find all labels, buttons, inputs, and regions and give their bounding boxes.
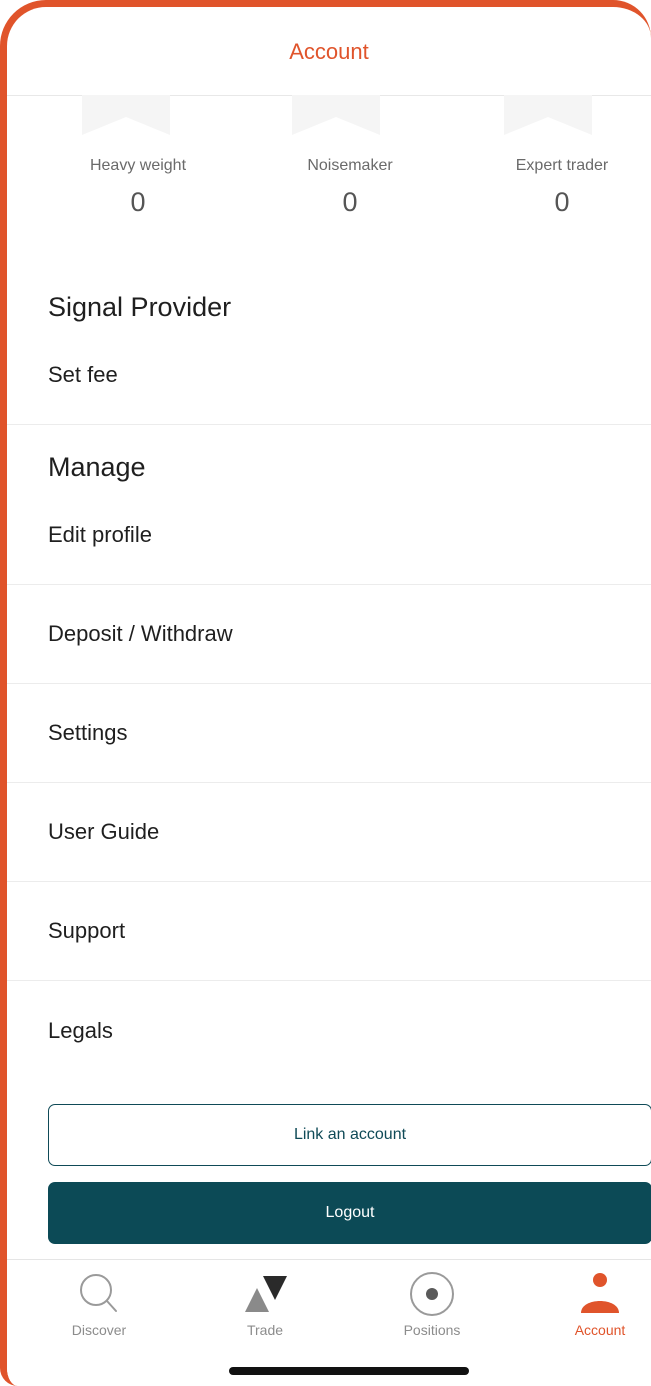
ribbon-icon	[292, 95, 380, 135]
tab-positions[interactable]: Positions	[367, 1268, 497, 1338]
menu-item-user-guide[interactable]: User Guide	[7, 783, 651, 882]
tab-bar: Discover Trade Positions Account	[7, 1259, 651, 1386]
header-bar: Account	[7, 7, 651, 96]
badge-label: Heavy weight	[89, 157, 187, 174]
tab-label: Positions	[403, 1322, 461, 1338]
positions-icon	[367, 1268, 497, 1320]
logout-button[interactable]: Logout	[48, 1182, 651, 1244]
menu-item-support[interactable]: Support	[7, 882, 651, 981]
badge-count: 0	[342, 187, 358, 217]
badge-ribbons	[7, 95, 651, 135]
page-title: Account	[289, 39, 369, 64]
search-icon	[34, 1268, 164, 1320]
ribbon-icon	[82, 95, 170, 135]
section-title-manage: Manage	[48, 452, 146, 482]
badge-heavy-weight: Heavy weight 0	[53, 157, 223, 218]
badge-count: 0	[130, 187, 146, 217]
menu-item-settings[interactable]: Settings	[7, 684, 651, 783]
badge-label: Noisemaker	[307, 157, 393, 174]
tab-label: Discover	[71, 1322, 127, 1338]
menu-item-edit-profile[interactable]: Edit profile	[7, 486, 651, 585]
account-icon	[535, 1268, 651, 1320]
app-frame: Account Heavy weight 0 Noisemaker 0 Expe…	[0, 0, 651, 1386]
tab-discover[interactable]: Discover	[34, 1268, 164, 1338]
badge-label: Expert trader	[515, 157, 609, 174]
menu-item-set-fee[interactable]: Set fee	[7, 326, 651, 425]
badge-noisemaker: Noisemaker 0	[265, 157, 435, 218]
menu-item-deposit-withdraw[interactable]: Deposit / Withdraw	[7, 585, 651, 684]
section-title-signal-provider: Signal Provider	[48, 292, 232, 322]
badge-stats: Heavy weight 0 Noisemaker 0 Expert trade…	[7, 157, 651, 237]
ribbon-icon	[504, 95, 592, 135]
menu-item-legals[interactable]: Legals	[7, 981, 651, 1080]
link-account-button[interactable]: Link an account	[48, 1104, 651, 1166]
tab-label: Account	[574, 1322, 626, 1338]
tab-trade[interactable]: Trade	[200, 1268, 330, 1338]
home-indicator	[229, 1367, 469, 1375]
badge-count: 0	[554, 187, 570, 217]
trade-icon	[200, 1268, 330, 1320]
tab-account[interactable]: Account	[535, 1268, 651, 1338]
tab-label: Trade	[246, 1322, 284, 1338]
badge-expert-trader: Expert trader 0	[477, 157, 647, 218]
